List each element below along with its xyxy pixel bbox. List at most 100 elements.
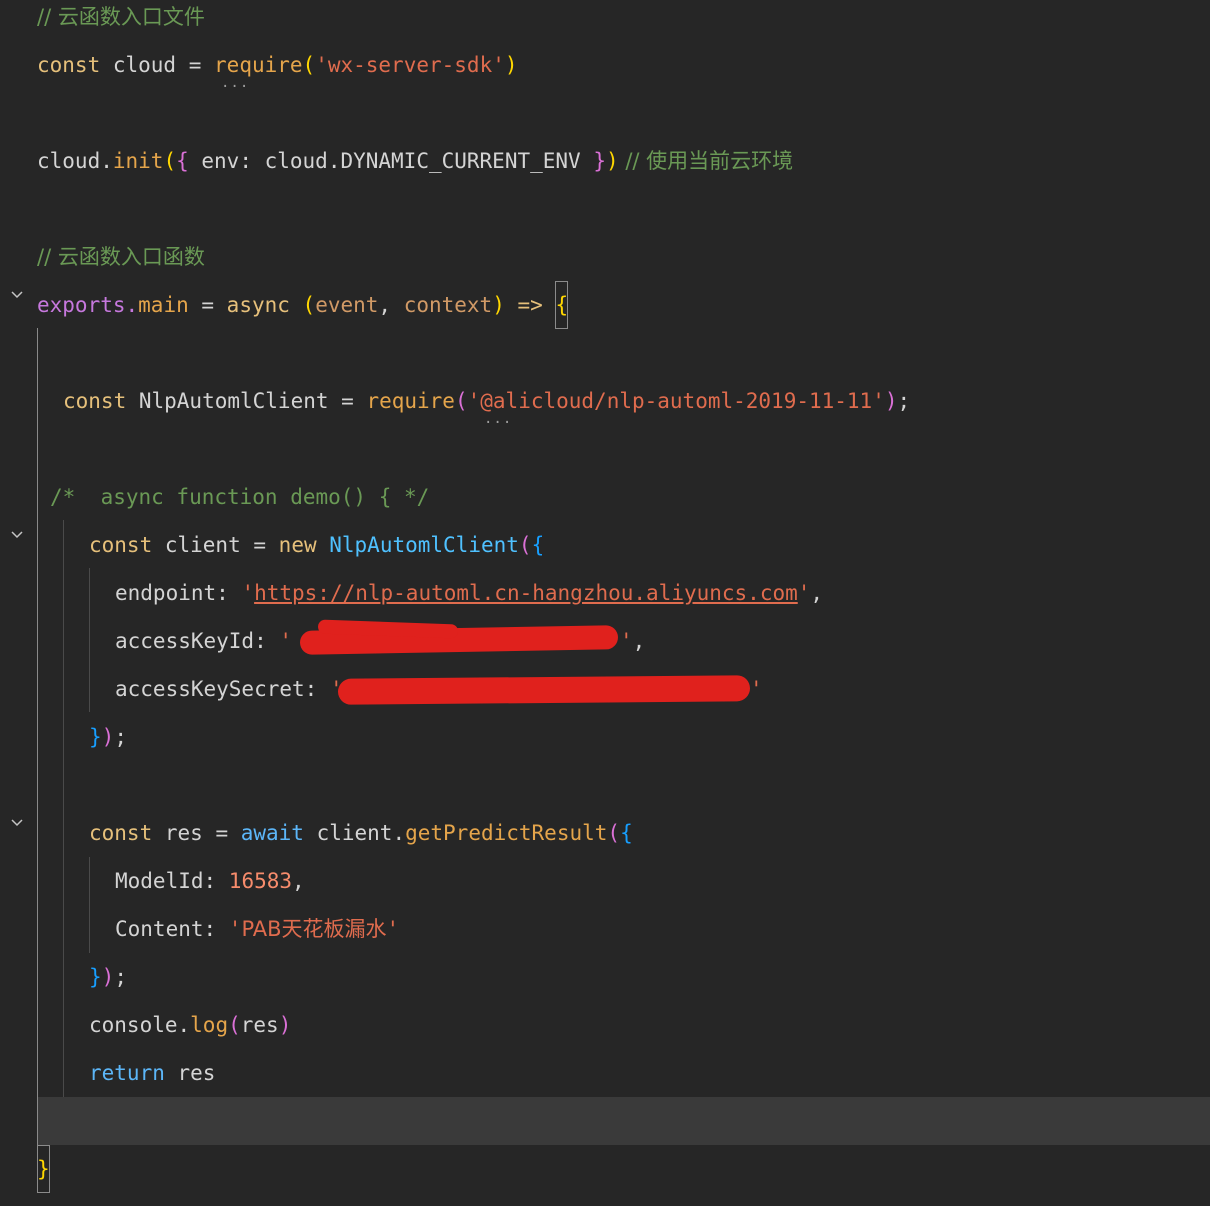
code-line-23[interactable]: return res bbox=[0, 1049, 215, 1097]
paren: ) bbox=[884, 389, 898, 413]
paren: ) bbox=[278, 1013, 292, 1037]
code-line-4[interactable]: cloud.init({ env: cloud.DYNAMIC_CURRENT_… bbox=[0, 137, 793, 185]
paren: ) bbox=[605, 149, 619, 173]
code-line-20[interactable]: Content: 'PAB天花板漏水' bbox=[0, 905, 399, 953]
code-line-25[interactable]: } bbox=[0, 1145, 51, 1193]
code-line-22[interactable]: console.log(res) bbox=[0, 1001, 291, 1049]
paren: ( bbox=[518, 533, 532, 557]
method-name: log bbox=[190, 1013, 229, 1037]
function-name: require bbox=[366, 389, 455, 413]
property-key: ModelId: bbox=[115, 869, 229, 893]
keyword-const: const bbox=[89, 821, 153, 845]
code-line-7[interactable]: exports.main = async (event, context) =>… bbox=[0, 281, 569, 329]
brace: } bbox=[89, 965, 102, 989]
property-key: endpoint: bbox=[115, 581, 242, 605]
code-line-15[interactable]: accessKeySecret: ' ' bbox=[0, 665, 763, 713]
string-quote: ' bbox=[797, 581, 811, 605]
string-literal: 'wx-server-sdk' bbox=[315, 53, 505, 77]
keyword-async: async bbox=[226, 293, 290, 317]
object-name: console. bbox=[89, 1013, 191, 1037]
string-literal: PAB天花板漏水 bbox=[241, 917, 387, 941]
paren: ( bbox=[302, 53, 316, 77]
variable-name: cloud bbox=[100, 53, 189, 77]
code-line-9[interactable]: const NlpAutomlClient = require('@aliclo… bbox=[0, 377, 910, 425]
operator: = bbox=[215, 821, 241, 845]
paren: ) bbox=[101, 725, 115, 749]
number-literal: 16583 bbox=[228, 869, 293, 893]
hover-dots[interactable]: ··· bbox=[484, 416, 512, 430]
brace: { bbox=[176, 149, 189, 173]
object-body: env: cloud.DYNAMIC_CURRENT_ENV bbox=[188, 149, 594, 173]
code-line-18[interactable]: const res = await client.getPredictResul… bbox=[0, 809, 633, 857]
variable-name: res bbox=[164, 1061, 216, 1085]
string-quote: ' bbox=[279, 629, 293, 653]
code-line-1[interactable]: // 云函数入口文件 bbox=[0, 0, 205, 41]
method-name: getPredictResult bbox=[405, 821, 608, 845]
property-key: Content: bbox=[115, 917, 229, 941]
keyword-new: new bbox=[278, 533, 317, 557]
paren: ) bbox=[101, 965, 115, 989]
semicolon: ; bbox=[114, 965, 127, 989]
string-quote: ' bbox=[386, 917, 400, 941]
comment-text: // 云函数入口文件 bbox=[37, 5, 205, 29]
paren: ) bbox=[504, 53, 518, 77]
string-quote: ' bbox=[241, 581, 255, 605]
matched-brace: { bbox=[555, 281, 569, 329]
object-name: cloud. bbox=[37, 149, 113, 173]
paren: ( bbox=[228, 1013, 241, 1037]
redaction-scribble bbox=[337, 675, 751, 705]
comma: , bbox=[810, 581, 824, 605]
operator: = bbox=[341, 389, 367, 413]
paren: ( bbox=[289, 293, 316, 317]
paren: ( bbox=[454, 389, 468, 413]
indent-guide bbox=[89, 857, 90, 953]
parameter: context bbox=[403, 293, 493, 317]
comment-text: // 使用当前云环境 bbox=[618, 149, 794, 173]
method-name: init bbox=[112, 149, 164, 173]
operator: = bbox=[253, 533, 279, 557]
current-line-highlight bbox=[37, 1097, 1210, 1145]
function-name: require bbox=[214, 53, 303, 77]
paren: ) bbox=[492, 293, 505, 317]
variable-name: NlpAutomlClient bbox=[126, 389, 342, 413]
code-line-19[interactable]: ModelId: 16583, bbox=[0, 857, 305, 905]
semicolon: ; bbox=[897, 389, 911, 413]
paren: ( bbox=[607, 821, 621, 845]
operator: = bbox=[188, 293, 227, 317]
code-line-12[interactable]: const client = new NlpAutomlClient({ bbox=[0, 521, 544, 569]
hover-dots[interactable]: ··· bbox=[221, 80, 249, 94]
keyword-const: const bbox=[89, 533, 153, 557]
string-quote: ' bbox=[620, 629, 633, 653]
paren: ( bbox=[163, 149, 177, 173]
brace: } bbox=[593, 149, 606, 173]
keyword-return: return bbox=[89, 1061, 165, 1085]
comma: , bbox=[292, 869, 305, 893]
indent-guide bbox=[63, 520, 64, 1097]
url-link[interactable]: https://nlp-automl.cn-hangzhou.aliyuncs.… bbox=[254, 581, 798, 605]
semicolon: ; bbox=[114, 725, 127, 749]
arrow-operator: => bbox=[504, 293, 556, 317]
string-literal: '@alicloud/nlp-automl-2019-11-11' bbox=[467, 389, 885, 413]
block-comment: /* async function demo() { */ bbox=[50, 485, 430, 509]
argument: res bbox=[240, 1013, 279, 1037]
code-line-14[interactable]: accessKeyId: ' ', bbox=[0, 617, 645, 665]
code-line-21[interactable]: }); bbox=[0, 953, 127, 1001]
comma: , bbox=[378, 293, 404, 317]
string-quote: ' bbox=[228, 917, 242, 941]
keyword-await: await bbox=[240, 821, 304, 845]
class-name: NlpAutomlClient bbox=[316, 533, 519, 557]
keyword-const: const bbox=[37, 53, 101, 77]
string-quote: ' bbox=[750, 677, 763, 701]
comment-text: // 云函数入口函数 bbox=[37, 245, 205, 269]
brace: { bbox=[620, 821, 633, 845]
object-name: client. bbox=[303, 821, 406, 845]
operator: = bbox=[188, 53, 215, 77]
code-line-2[interactable]: const cloud = require('wx-server-sdk') bbox=[0, 41, 518, 89]
indent-guide bbox=[89, 568, 90, 712]
code-editor[interactable]: // 云函数入口文件 const cloud = require('wx-ser… bbox=[0, 0, 1210, 1206]
property-key: accessKeySecret: bbox=[115, 677, 330, 701]
code-line-16[interactable]: }); bbox=[0, 713, 127, 761]
brace: } bbox=[89, 725, 102, 749]
property-name: main bbox=[138, 293, 189, 317]
code-line-13[interactable]: endpoint: 'https://nlp-automl.cn-hangzho… bbox=[0, 569, 823, 617]
